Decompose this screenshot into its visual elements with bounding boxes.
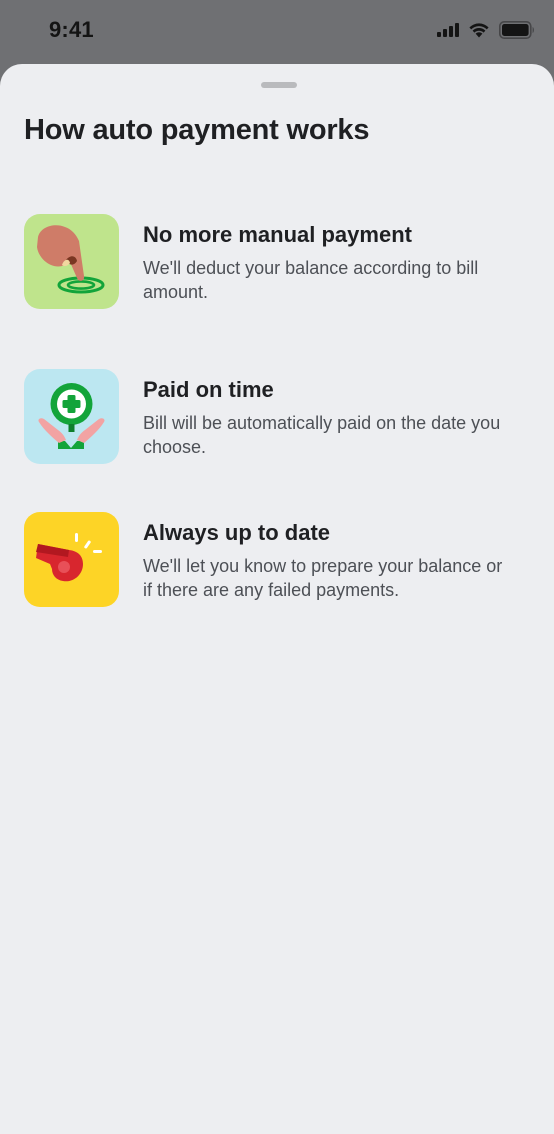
status-icons bbox=[437, 21, 536, 44]
whistle-icon bbox=[24, 512, 119, 607]
sheet-grabber[interactable] bbox=[261, 82, 297, 88]
battery-icon bbox=[499, 21, 536, 44]
feature-title: Paid on time bbox=[143, 377, 274, 402]
hands-health-plus-icon bbox=[24, 369, 119, 464]
bottom-sheet: How auto payment works No more manual pa… bbox=[0, 64, 554, 1134]
wifi-icon bbox=[468, 22, 490, 43]
status-bar: 9:41 bbox=[0, 0, 554, 64]
feature-title: Always up to date bbox=[143, 520, 331, 545]
feature-description: We'll deduct your balance according to b… bbox=[143, 258, 479, 302]
feature-description: We'll let you know to prepare your balan… bbox=[143, 556, 503, 600]
sheet-title: How auto payment works bbox=[24, 114, 370, 146]
feature-description: Bill will be automatically paid on the d… bbox=[143, 413, 501, 457]
status-time: 9:41 bbox=[49, 17, 94, 42]
hand-tap-icon bbox=[24, 214, 119, 309]
cellular-signal-icon bbox=[437, 23, 459, 42]
feature-title: No more manual payment bbox=[143, 222, 412, 247]
